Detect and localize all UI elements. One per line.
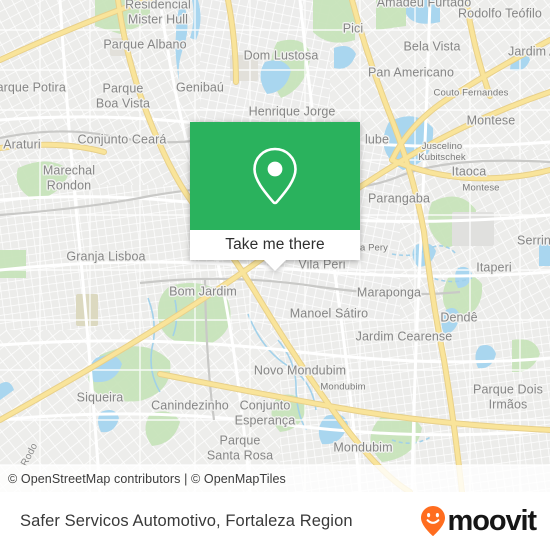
- place-popup-card[interactable]: Take me there: [190, 122, 360, 271]
- attribution-text[interactable]: © OpenStreetMap contributors | © OpenMap…: [8, 472, 286, 486]
- moovit-wordmark: moovit: [447, 504, 538, 537]
- map-page: Amadeu Furtado Rodolfo Teófilo Residencial…: [0, 0, 550, 550]
- popup-tail: [264, 260, 286, 271]
- place-title: Safer Servicos Automotivo, Fortaleza Reg…: [20, 511, 353, 530]
- moovit-smiley-pin-icon: [420, 506, 445, 536]
- popup-action-bar[interactable]: Take me there: [190, 230, 360, 260]
- map-attribution-bar: © OpenStreetMap contributors | © OpenMap…: [0, 465, 550, 492]
- popup-image-area: [190, 122, 360, 230]
- moovit-logo[interactable]: moovit: [420, 504, 538, 537]
- take-me-there-button[interactable]: Take me there: [225, 236, 325, 254]
- map-pin-icon: [253, 147, 297, 205]
- map-canvas[interactable]: Amadeu Furtado Rodolfo Teófilo Residencial…: [0, 0, 550, 492]
- page-footer: Safer Servicos Automotivo, Fortaleza Reg…: [0, 492, 550, 550]
